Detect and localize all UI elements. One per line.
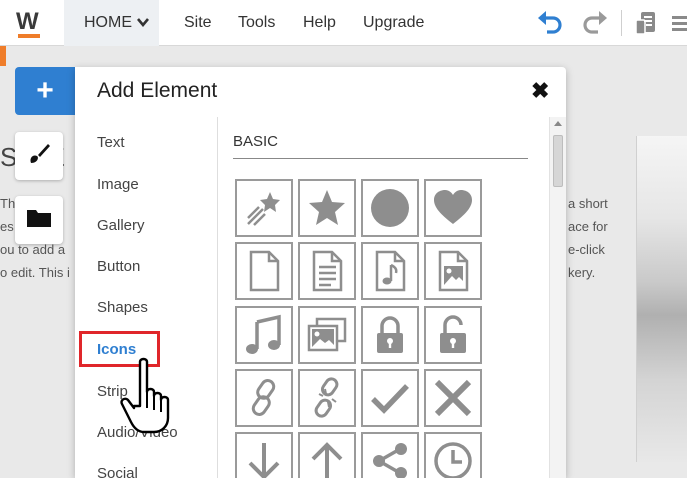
devices-icon[interactable] [632, 8, 662, 38]
text-document-icon[interactable] [298, 242, 356, 300]
broken-link-icon[interactable] [298, 369, 356, 427]
category-social[interactable]: Social [97, 465, 138, 478]
undo-icon[interactable] [535, 8, 565, 38]
folder-icon [26, 207, 52, 234]
nav-site[interactable]: Site [184, 14, 212, 32]
photos-icon[interactable] [298, 306, 356, 364]
music-note-icon[interactable] [235, 306, 293, 364]
add-element-button[interactable]: + [15, 67, 75, 115]
heart-icon[interactable] [424, 179, 482, 237]
nav-home-label: HOME [84, 14, 132, 31]
star-icon[interactable] [298, 179, 356, 237]
background-text-right: a short ace for e-click kery. [568, 196, 608, 280]
redo-icon[interactable] [580, 8, 610, 38]
scroll-up-arrow[interactable] [554, 121, 562, 126]
hand-pointer-icon [116, 356, 182, 436]
background-image [636, 136, 687, 462]
x-icon[interactable] [424, 369, 482, 427]
link-icon[interactable] [235, 369, 293, 427]
nav-tools[interactable]: Tools [238, 14, 275, 32]
nav-home-dropdown[interactable]: HOME [64, 0, 159, 46]
scroll-thumb[interactable] [553, 135, 563, 187]
lock-icon[interactable] [361, 306, 419, 364]
orange-edge-marker [0, 46, 6, 66]
panel-divider [217, 117, 218, 478]
section-basic-label: BASIC [233, 133, 279, 150]
arrow-up-icon[interactable] [298, 432, 356, 478]
more-icon[interactable] [668, 8, 687, 38]
arrow-down-icon[interactable] [235, 432, 293, 478]
music-file-icon[interactable] [361, 242, 419, 300]
top-nav-bar: W HOME Site Tools Help Upgrade [0, 0, 687, 46]
chevron-down-icon [137, 16, 149, 30]
check-icon[interactable] [361, 369, 419, 427]
document-icon[interactable] [235, 242, 293, 300]
panel-title: Add Element [97, 79, 218, 102]
clock-icon[interactable] [424, 432, 482, 478]
image-file-icon[interactable] [424, 242, 482, 300]
brush-icon [26, 141, 52, 172]
category-shapes[interactable]: Shapes [97, 299, 148, 316]
category-gallery[interactable]: Gallery [97, 217, 145, 234]
files-button[interactable] [15, 196, 63, 244]
close-icon[interactable]: ✖ [531, 78, 549, 104]
category-text[interactable]: Text [97, 134, 125, 151]
share-icon[interactable] [361, 432, 419, 478]
design-button[interactable] [15, 132, 63, 180]
category-image[interactable]: Image [97, 176, 139, 193]
logo-letter: W [16, 8, 39, 35]
unlock-icon[interactable] [424, 306, 482, 364]
panel-scrollbar[interactable] [549, 117, 566, 478]
nav-upgrade[interactable]: Upgrade [363, 14, 424, 32]
nav-help[interactable]: Help [303, 14, 336, 32]
toolbar-divider [621, 10, 622, 36]
category-button[interactable]: Button [97, 258, 140, 275]
shooting-star-icon[interactable] [235, 179, 293, 237]
circle-icon[interactable] [361, 179, 419, 237]
section-rule [233, 158, 528, 159]
weebly-logo[interactable]: W [14, 8, 44, 38]
logo-accent-bar [18, 34, 40, 38]
